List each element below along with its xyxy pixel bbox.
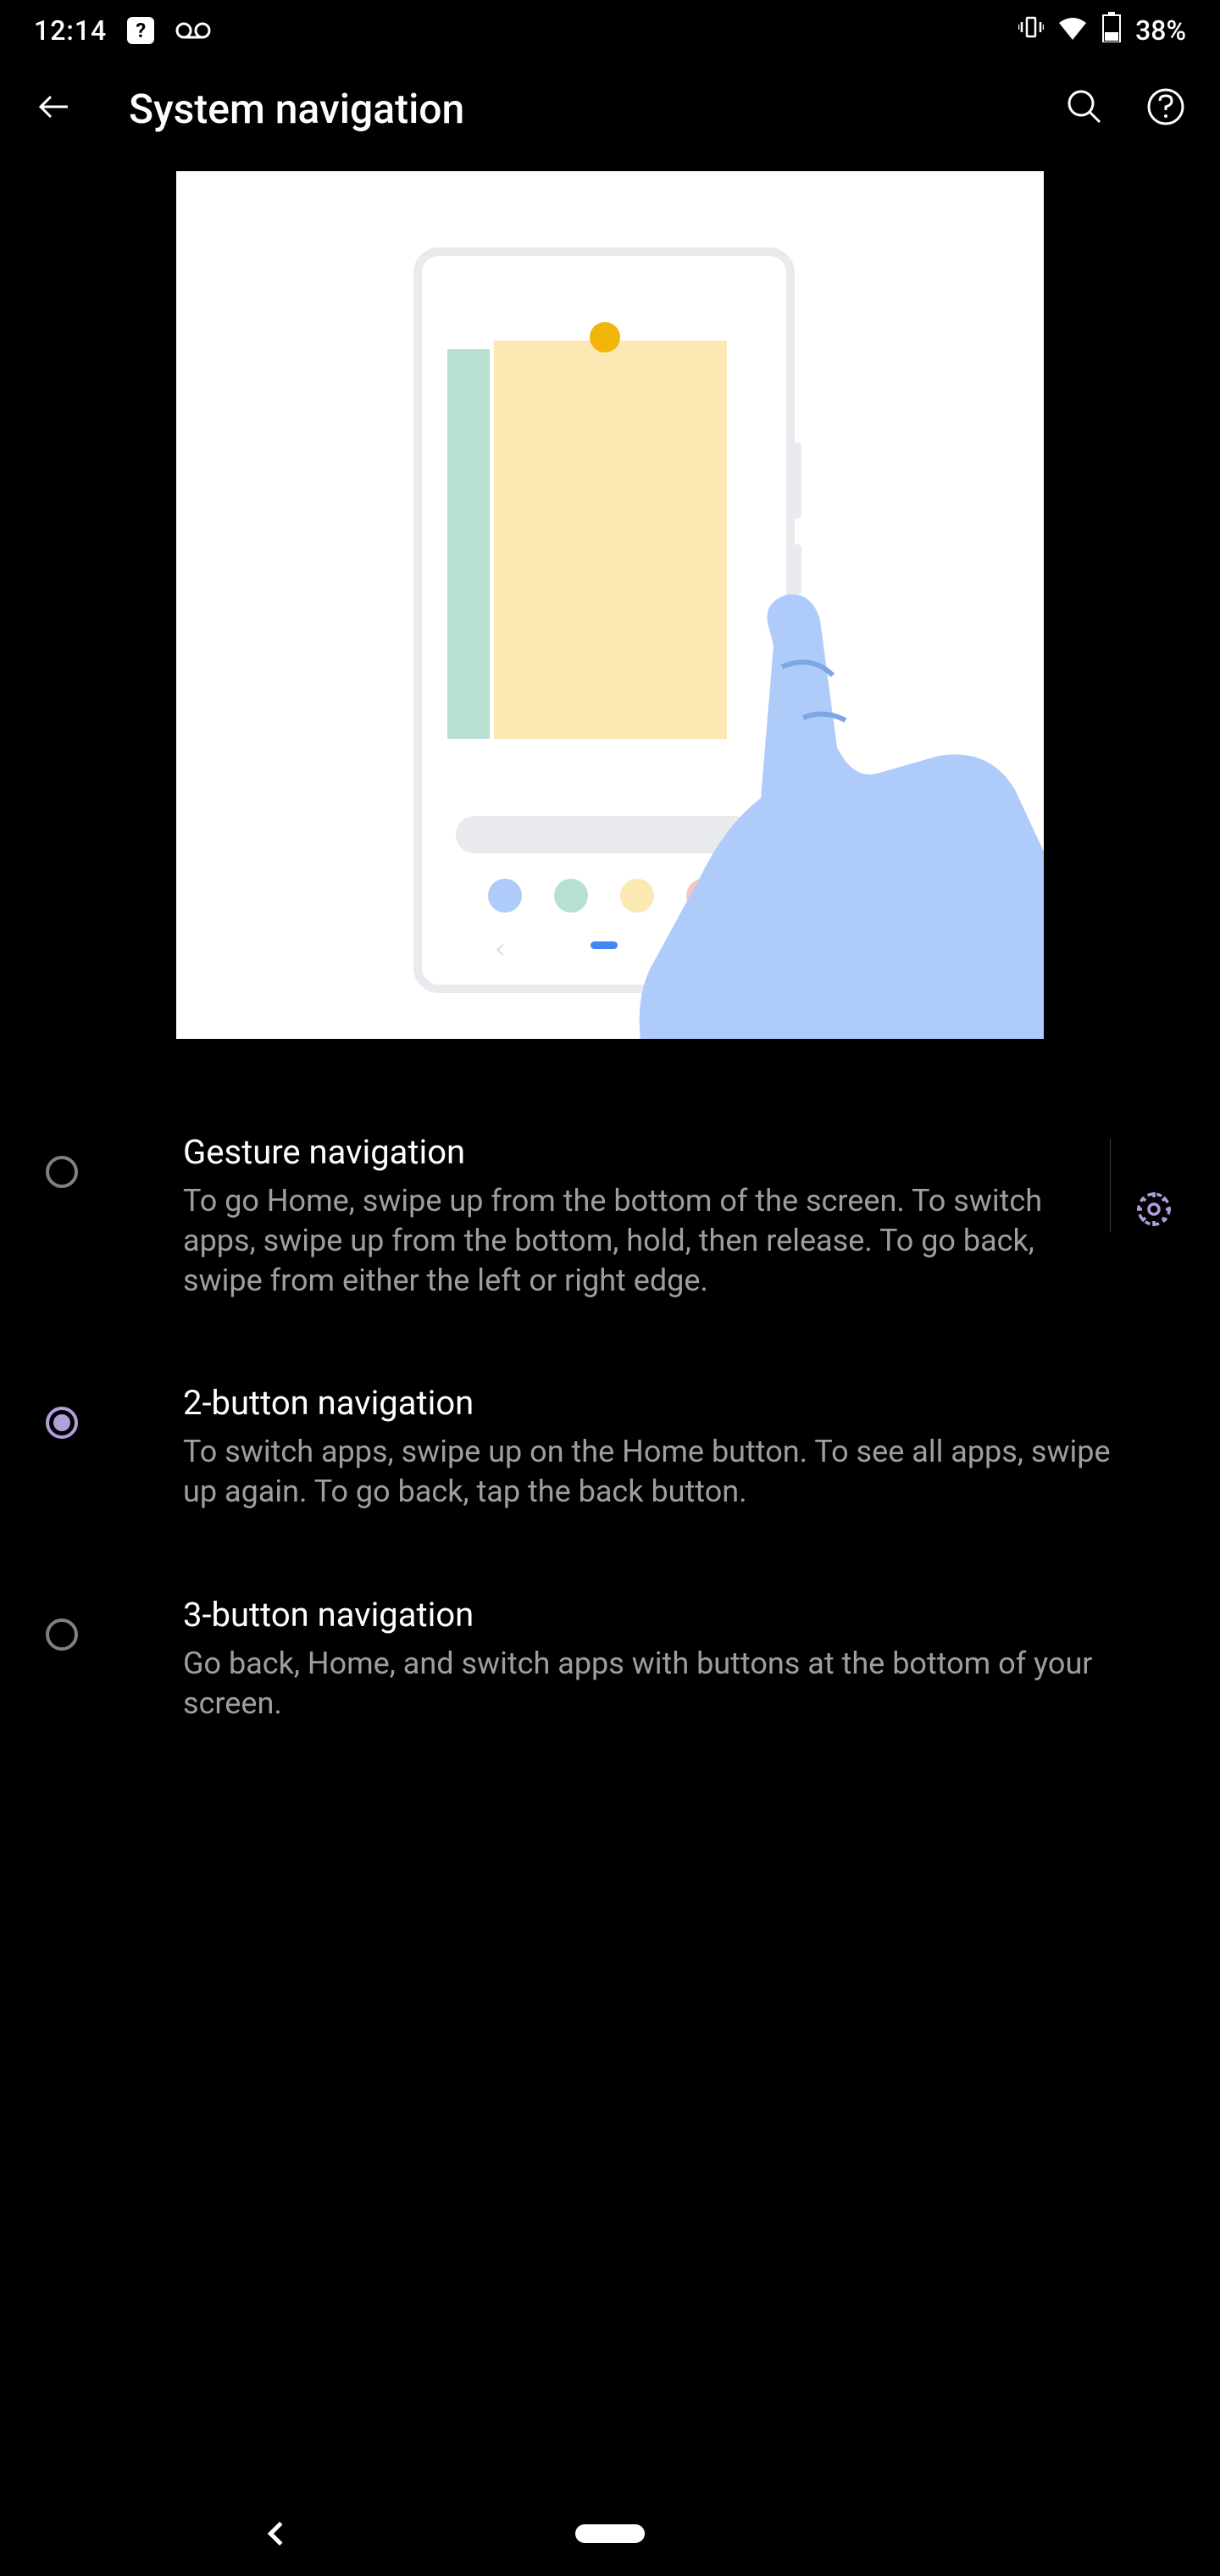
vibrate-icon bbox=[1018, 14, 1044, 47]
page-title: System navigation bbox=[129, 85, 1010, 133]
wifi-icon bbox=[1057, 14, 1088, 47]
radio-gesture[interactable] bbox=[46, 1156, 78, 1188]
option-description: To go Home, swipe up from the bottom of … bbox=[183, 1181, 1076, 1300]
search-button[interactable] bbox=[1064, 86, 1105, 130]
option-description: To switch apps, swipe up on the Home but… bbox=[183, 1432, 1135, 1512]
clock: 12:14 bbox=[34, 14, 107, 47]
option-3button-navigation[interactable]: 3-button navigation Go back, Home, and s… bbox=[0, 1552, 1220, 1764]
gear-icon bbox=[1134, 1189, 1174, 1233]
voicemail-icon bbox=[175, 21, 212, 40]
sim-question-icon: ? bbox=[127, 17, 154, 44]
system-home-button[interactable] bbox=[575, 2524, 645, 2543]
option-gesture-navigation[interactable]: Gesture navigation To go Home, swipe up … bbox=[0, 1090, 1220, 1341]
system-back-button[interactable] bbox=[268, 2522, 291, 2545]
option-2button-navigation[interactable]: 2-button navigation To switch apps, swip… bbox=[0, 1341, 1220, 1552]
back-button[interactable] bbox=[34, 86, 75, 130]
battery-icon bbox=[1101, 12, 1122, 49]
battery-percentage: 38% bbox=[1135, 14, 1186, 47]
radio-3button[interactable] bbox=[46, 1618, 78, 1651]
navigation-illustration bbox=[176, 171, 1044, 1039]
help-button[interactable] bbox=[1145, 86, 1186, 130]
option-title: 3-button navigation bbox=[183, 1593, 1135, 1637]
option-title: Gesture navigation bbox=[183, 1130, 1076, 1174]
status-bar: 12:14 ? bbox=[0, 0, 1220, 61]
system-navigation-bar bbox=[0, 2491, 1220, 2576]
gesture-settings-button[interactable] bbox=[1110, 1139, 1169, 1232]
hand-illustration bbox=[532, 578, 1044, 1039]
option-title: 2-button navigation bbox=[183, 1381, 1135, 1425]
navigation-options-list: Gesture navigation To go Home, swipe up … bbox=[0, 1039, 1220, 1815]
app-bar: System navigation bbox=[0, 61, 1220, 156]
option-description: Go back, Home, and switch apps with butt… bbox=[183, 1644, 1135, 1724]
radio-2button[interactable] bbox=[46, 1407, 78, 1439]
